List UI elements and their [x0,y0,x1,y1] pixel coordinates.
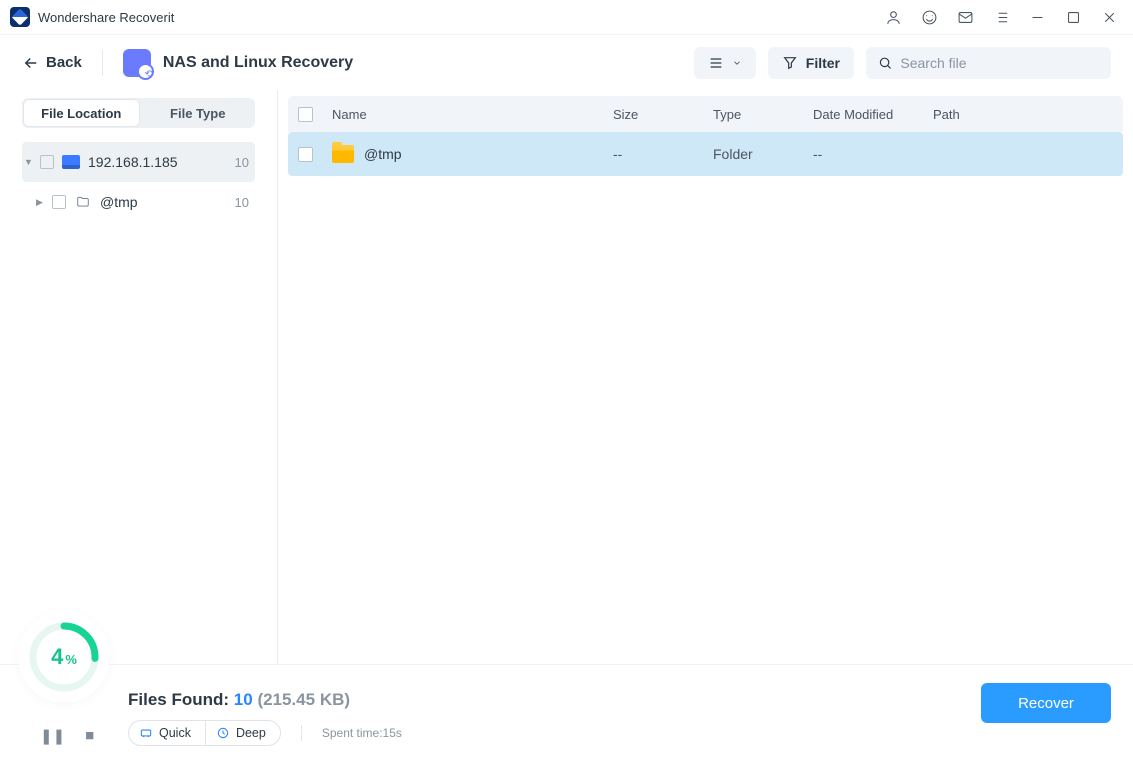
header-type[interactable]: Type [713,107,813,122]
back-label: Back [46,54,82,71]
footer: 4 % ❚❚ ■ Files Found: 10 (215.45 KB) Qui… [0,664,1133,769]
divider [301,725,302,741]
mail-icon[interactable] [956,8,974,26]
search-input[interactable] [900,55,1099,71]
app-title: Wondershare Recoverit [38,10,174,25]
user-icon[interactable] [884,8,902,26]
minimize-icon[interactable] [1028,8,1046,26]
search-box[interactable] [866,47,1111,79]
footer-main: Files Found: 10 (215.45 KB) Quick Deep S… [128,677,1111,759]
file-list: Name Size Type Date Modified Path @tmp -… [278,90,1133,664]
titlebar-right [884,8,1118,26]
row-type: Folder [713,146,813,162]
tree-child-checkbox[interactable] [52,195,66,209]
files-found-count: 10 [234,690,253,709]
select-all-checkbox[interactable] [298,107,313,122]
row-checkbox-col [298,147,332,162]
tree-child-count: 10 [235,195,249,210]
tree-root-item[interactable]: ▼ 192.168.1.185 10 [22,142,255,182]
caret-right-icon[interactable]: ▶ [36,197,48,208]
caret-down-icon[interactable]: ▼ [24,157,36,167]
files-found-line: Files Found: 10 (215.45 KB) [128,690,1111,710]
files-found-label: Files Found: [128,690,234,709]
mode-quick[interactable]: Quick [129,721,205,745]
row-name: @tmp [364,146,402,162]
chevron-down-icon [732,58,742,68]
mode-quick-label: Quick [159,726,191,740]
header-path[interactable]: Path [933,107,1113,122]
row-size: -- [613,146,713,162]
titlebar: Wondershare Recoverit [0,0,1133,35]
toolbar-right: Filter [694,47,1111,79]
tab-file-location[interactable]: File Location [23,99,140,127]
tree-child-item[interactable]: ▶ @tmp 10 [22,182,255,222]
sidebar-tabs: File Location File Type [22,98,255,128]
footer-row2: Quick Deep Spent time:15s [128,720,1111,746]
spent-time: Spent time:15s [322,726,402,740]
filter-icon [782,55,798,71]
divider [102,50,103,76]
tree-child-label: @tmp [100,194,235,210]
page-title-wrap: NAS and Linux Recovery [123,49,353,77]
header-date[interactable]: Date Modified [813,107,933,122]
progress-label: 4 % [51,644,77,670]
main: File Location File Type ▼ 192.168.1.185 … [0,90,1133,664]
titlebar-left: Wondershare Recoverit [10,7,174,27]
quick-scan-icon [139,726,153,740]
deep-scan-icon [216,726,230,740]
header-checkbox-col [298,107,332,122]
header-name[interactable]: Name [332,107,613,122]
progress-ring: 4 % [24,617,104,697]
mode-deep-label: Deep [236,726,266,740]
scan-mode-toggle: Quick Deep [128,720,281,746]
tree-root-label: 192.168.1.185 [88,154,235,170]
file-row[interactable]: @tmp -- Folder -- [288,132,1123,176]
toolbar: Back NAS and Linux Recovery Filter [0,35,1133,90]
view-mode-button[interactable] [694,47,756,79]
progress-value: 4 [51,644,63,670]
mode-deep[interactable]: Deep [205,721,280,745]
folder-icon [332,145,354,163]
arrow-left-icon [22,54,40,72]
recover-button[interactable]: Recover [981,683,1111,723]
search-icon [878,55,892,71]
row-name-cell: @tmp [332,145,613,163]
page-title: NAS and Linux Recovery [163,54,353,72]
header-size[interactable]: Size [613,107,713,122]
filter-label: Filter [806,55,840,71]
progress-unit: % [65,652,77,667]
row-checkbox[interactable] [298,147,313,162]
drive-icon [62,155,80,169]
row-date: -- [813,146,933,162]
maximize-icon[interactable] [1064,8,1082,26]
pause-button[interactable]: ❚❚ [40,727,65,745]
folder-outline-icon [74,195,92,209]
file-list-header: Name Size Type Date Modified Path [288,96,1123,132]
sidebar: File Location File Type ▼ 192.168.1.185 … [0,90,278,664]
list-view-icon [708,55,724,71]
close-icon[interactable] [1100,8,1118,26]
support-icon[interactable] [920,8,938,26]
toolbar-left: Back NAS and Linux Recovery [22,49,353,77]
files-found-size: (215.45 KB) [257,690,350,709]
menu-list-icon[interactable] [992,8,1010,26]
tab-file-type[interactable]: File Type [141,98,256,128]
tree-root-checkbox[interactable] [40,155,54,169]
back-button[interactable]: Back [22,50,82,76]
tree-root-count: 10 [235,155,249,170]
app-logo-icon [10,7,30,27]
stop-button[interactable]: ■ [85,727,94,745]
nas-recovery-icon [123,49,151,77]
filter-button[interactable]: Filter [768,47,854,79]
scan-controls: ❚❚ ■ [40,727,94,745]
